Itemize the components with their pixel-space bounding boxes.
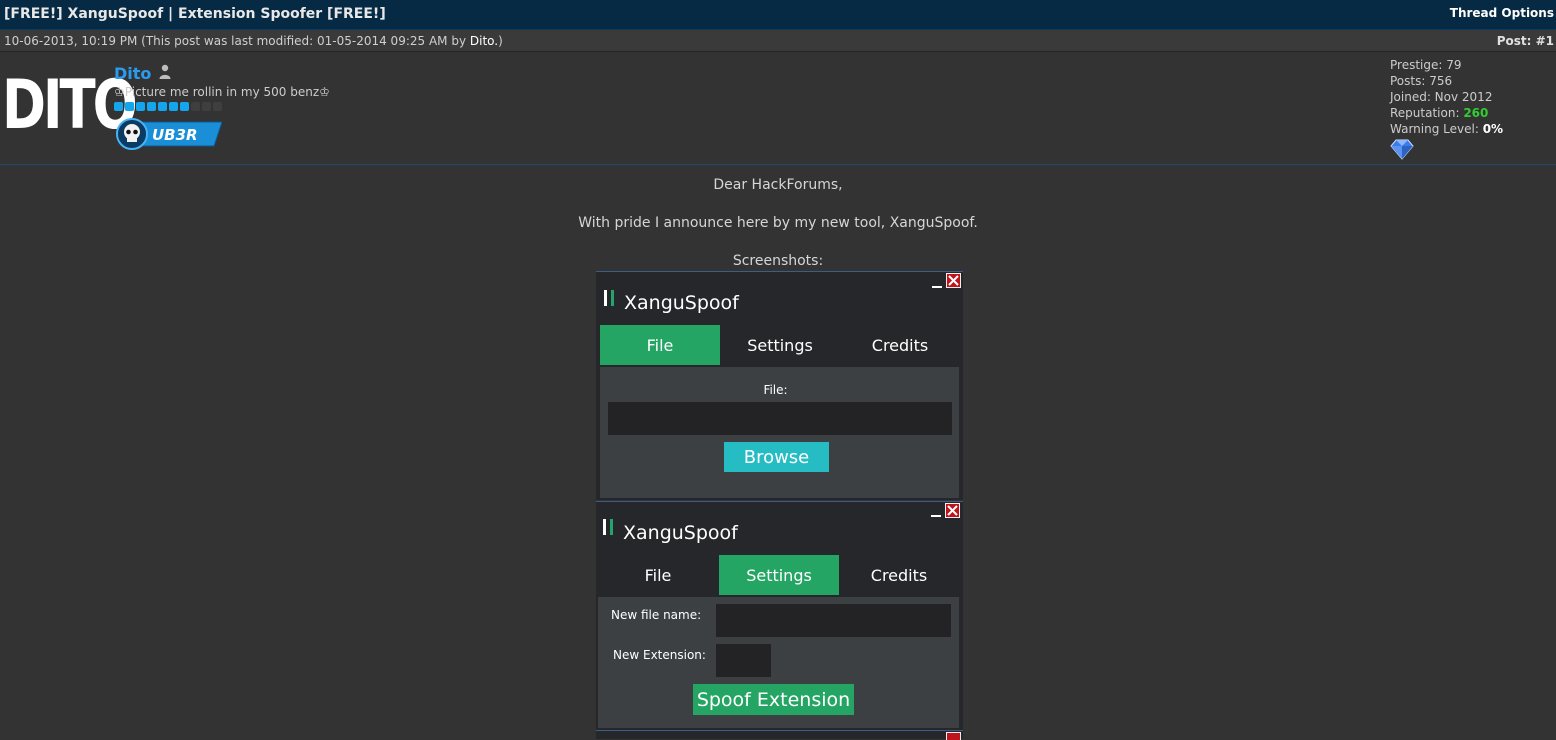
stat-posts: Posts: 756 [1390,74,1453,88]
new-file-name-label: New file name: [611,608,702,622]
app-logo-icon [604,290,607,306]
app-title: XanguSpoof [624,292,739,314]
tab-file[interactable]: File [598,555,718,595]
post-meta-bar: 10-06-2013, 10:19 PM (This post was last… [0,30,1556,52]
spoof-extension-button[interactable]: Spoof Extension [693,684,854,715]
screenshots-label: Screenshots: [732,253,824,269]
user-title: ♔Picture me rollin in my 500 benz♔ [114,85,330,99]
stat-prestige: Prestige: 79 [1390,58,1462,72]
tab-settings[interactable]: Settings [720,325,840,365]
tab-settings[interactable]: Settings [719,555,839,595]
stat-reputation: Reputation: 260 [1390,106,1489,120]
reputation-dot [180,102,189,111]
file-panel: File: Browse [600,367,959,498]
reputation-dot [125,102,134,111]
settings-panel: New file name: New Extension: Spoof Exte… [598,597,959,728]
post-date: 10-06-2013, 10:19 PM (This post was last… [4,34,503,48]
reputation-dot [169,102,178,111]
app-logo-icon-accent [611,290,614,306]
reputation-dot [114,102,123,111]
author-stats: Prestige: 79 Posts: 756 Joined: Nov 2012… [1390,57,1503,137]
author-block: DITO Dito ♔Picture me rollin in my 500 b… [0,52,1556,165]
message-announcement: With pride I announce here by my new too… [578,215,978,231]
message-greeting: Dear HackForums, [713,177,843,193]
diamond-gem-icon [1390,139,1414,160]
stat-joined: Joined: Nov 2012 [1390,90,1493,104]
modified-by-link[interactable]: Dito. [470,34,498,48]
reputation-dot [202,102,211,111]
reputation-value-link[interactable]: 260 [1463,106,1488,120]
badge-text: UB3R [152,126,198,144]
reputation-dot [136,102,145,111]
browse-button[interactable]: Browse [724,442,829,472]
new-extension-label: New Extension: [613,648,706,662]
app-screenshot-credits-partial [596,730,963,740]
thread-header: [FREE!] XanguSpoof | Extension Spoofer [… [0,0,1556,30]
offline-person-icon [159,64,171,79]
reputation-dot [213,102,222,111]
file-label: File: [763,383,788,397]
stat-warning: Warning Level: 0% [1390,122,1504,136]
minimize-button[interactable] [932,286,942,288]
close-button[interactable] [945,503,960,518]
minimize-button[interactable] [931,515,941,517]
app-logo-icon [603,519,606,535]
tab-credits[interactable]: Credits [840,325,960,365]
warning-level-value: 0% [1482,122,1504,136]
new-file-name-input[interactable] [716,604,951,637]
tab-credits[interactable]: Credits [839,555,959,595]
close-button[interactable] [946,273,961,288]
close-icon [948,275,959,286]
ub3r-rank-badge: UB3R [116,118,222,150]
reputation-dot [158,102,167,111]
close-icon [947,505,958,516]
app-title: XanguSpoof [623,522,738,544]
app-screenshot-file: XanguSpoof File Settings Credits File: B… [596,271,963,500]
avatar[interactable]: DITO [2,68,138,144]
app-screenshot-settings: XanguSpoof File Settings Credits New fil… [596,501,963,730]
reputation-dot [147,102,156,111]
reputation-dot [191,102,200,111]
thread-options-link[interactable]: Thread Options [1450,6,1554,20]
reputation-dots [114,102,222,111]
app-logo-icon-accent [610,519,613,535]
file-path-input[interactable] [608,402,952,435]
tab-file[interactable]: File [600,325,720,365]
post-number-link[interactable]: Post: #1 [1497,34,1554,48]
new-extension-input[interactable] [716,644,771,677]
username-link[interactable]: Dito [114,64,151,83]
thread-title: [FREE!] XanguSpoof | Extension Spoofer [… [4,6,386,22]
